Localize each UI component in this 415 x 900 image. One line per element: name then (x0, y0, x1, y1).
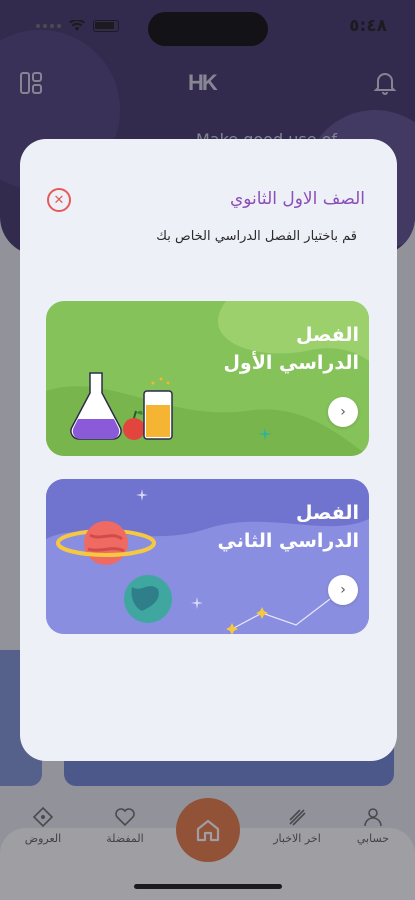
semester-modal: ✕ الصف الاول الثانوي قم باختيار الفصل ال… (20, 139, 397, 761)
sparkle-icon (191, 597, 203, 609)
chemistry-flasks-icon (70, 372, 173, 440)
modal-title: الصف الاول الثانوي (229, 189, 365, 209)
sparkle-icon (258, 427, 272, 441)
close-button[interactable]: ✕ (47, 188, 71, 212)
planets-icon (56, 521, 172, 623)
chevron-right-icon: › (340, 582, 346, 598)
modal-subtitle: قم باختيار الفصل الدراسي الخاص بك (156, 229, 357, 244)
close-icon: ✕ (53, 192, 65, 208)
sparkle-icon (136, 489, 148, 501)
term-card-second[interactable]: الفصل الدراسي الثاني › (46, 479, 369, 634)
chevron-right-button[interactable]: › (328, 397, 358, 427)
term-card-first[interactable]: الفصل الدراسي الأول › (46, 301, 369, 456)
chevron-right-icon: › (340, 404, 346, 420)
constellation-icon (226, 598, 331, 634)
term-title: الفصل الدراسي الأول (223, 324, 359, 374)
term-title: الفصل الدراسي الثاني (217, 502, 360, 552)
chevron-right-button[interactable]: › (328, 575, 358, 605)
